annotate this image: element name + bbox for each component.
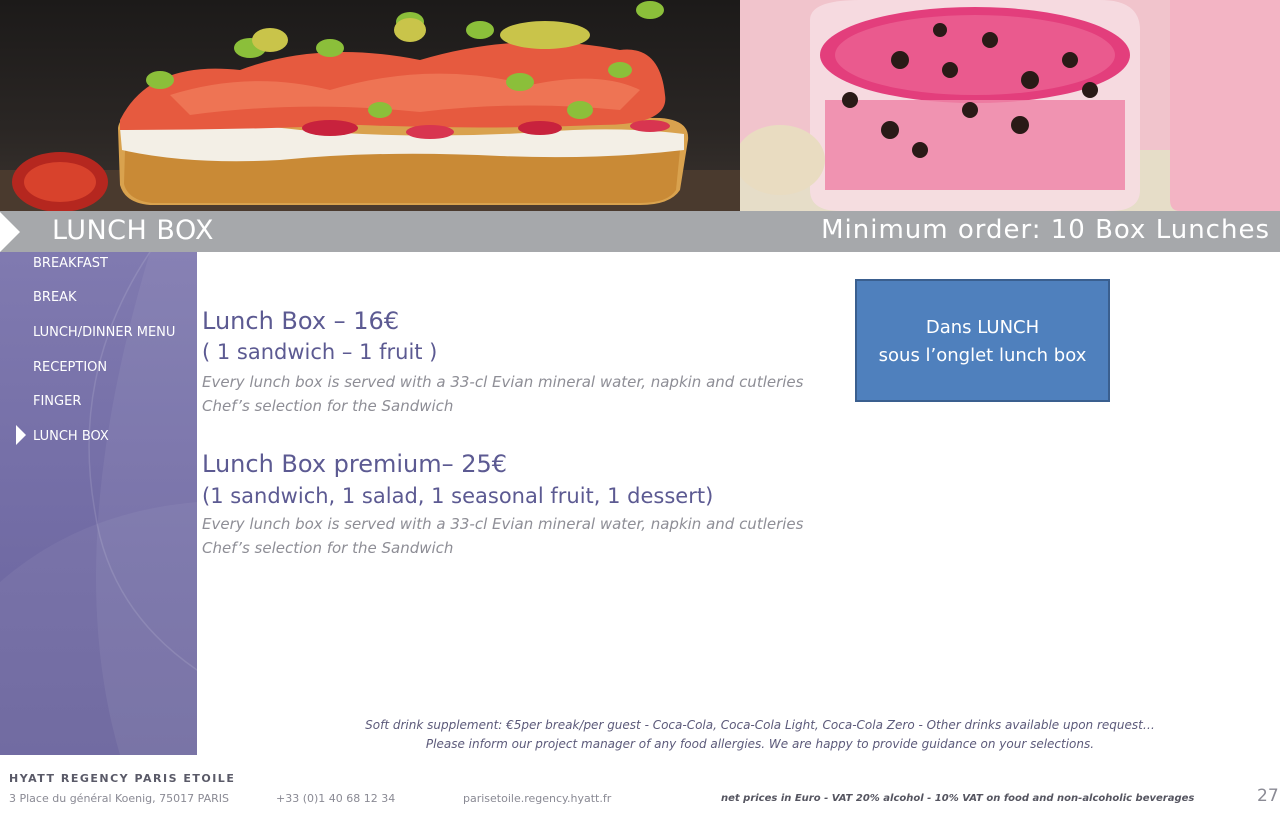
hero-images <box>0 0 1280 211</box>
minimum-order: Minimum order: 10 Box Lunches <box>821 215 1270 245</box>
sidebar-item-finger[interactable]: FINGER <box>33 394 81 409</box>
hotel-address: 3 Place du général Koenig, 75017 PARIS <box>9 792 229 805</box>
soft-drink-note: Soft drink supplement: €5per break/per g… <box>365 718 1155 732</box>
item-note: Every lunch box is served with a 33-cl E… <box>202 515 804 533</box>
active-arrow-icon <box>16 425 26 445</box>
page-title: LUNCH BOX <box>52 215 214 246</box>
page-number: 27 <box>1257 786 1279 806</box>
annotation-line: Dans LUNCH <box>925 317 1040 338</box>
hotel-phone: +33 (0)1 40 68 12 34 <box>276 792 396 805</box>
item-note: Chef’s selection for the Sandwich <box>202 397 454 415</box>
sidebar-item-breakfast[interactable]: BREAKFAST <box>33 256 108 271</box>
annotation-line: sous l’onglet lunch box <box>878 345 1087 366</box>
annotation-box: Dans LUNCH sous l’onglet lunch box <box>855 279 1110 402</box>
sandwich-photo <box>0 0 740 211</box>
vat-note: net prices in Euro - VAT 20% alcohol - 1… <box>721 793 1195 804</box>
hotel-website[interactable]: parisetoile.regency.hyatt.fr <box>463 792 611 805</box>
sidebar-item-reception[interactable]: RECEPTION <box>33 360 107 375</box>
sidebar-item-lunch-dinner-menu[interactable]: LUNCH/DINNER MENU <box>33 325 175 340</box>
band-arrow-icon <box>0 212 20 252</box>
item-note: Every lunch box is served with a 33-cl E… <box>202 373 804 391</box>
sidebar: BREAKFAST BREAK LUNCH/DINNER MENU RECEPT… <box>0 252 197 755</box>
item-title: Lunch Box premium– 25€ <box>202 450 508 478</box>
item-title: Lunch Box – 16€ <box>202 307 400 335</box>
item-subtitle: ( 1 sandwich – 1 fruit ) <box>202 340 438 364</box>
dessert-illustration <box>740 0 1280 211</box>
item-note: Chef’s selection for the Sandwich <box>202 539 454 557</box>
sandwich-illustration <box>0 1 740 211</box>
title-band: LUNCH BOX Minimum order: 10 Box Lunches <box>0 211 1280 252</box>
allergy-note: Please inform our project manager of any… <box>425 737 1095 751</box>
sidebar-item-lunch-box[interactable]: LUNCH BOX <box>33 429 109 444</box>
sidebar-item-break[interactable]: BREAK <box>33 290 77 305</box>
dessert-jar-photo <box>740 0 1280 211</box>
item-subtitle: (1 sandwich, 1 salad, 1 seasonal fruit, … <box>202 484 714 508</box>
hotel-brand: HYATT REGENCY PARIS ETOILE <box>9 772 236 785</box>
